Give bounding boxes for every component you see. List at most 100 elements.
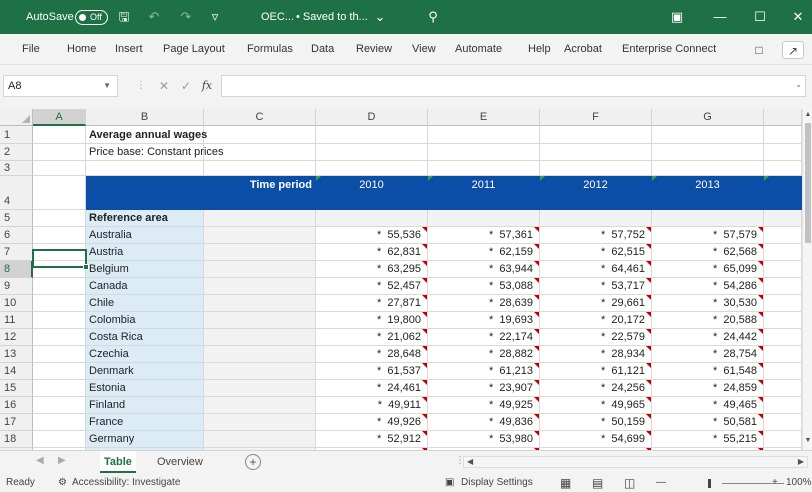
cell[interactable] <box>204 363 316 380</box>
row-header[interactable]: 13 <box>0 346 33 363</box>
value-cell[interactable]: * 62,831 <box>316 244 428 261</box>
zoom-in-icon[interactable]: + <box>772 474 778 492</box>
country-cell[interactable]: Costa Rica <box>86 329 204 346</box>
row-header[interactable]: 6 <box>0 227 33 244</box>
cell[interactable] <box>652 210 764 227</box>
redo-icon[interactable]: ↷ <box>178 9 194 25</box>
row-header[interactable]: 17 <box>0 414 33 431</box>
sheet-tab-table[interactable]: Table <box>100 451 136 473</box>
value-cell[interactable]: * 61,537 <box>316 363 428 380</box>
close-icon[interactable]: ✕ <box>790 9 806 25</box>
cell[interactable] <box>86 161 204 176</box>
value-cell[interactable]: * 62,568 <box>652 244 764 261</box>
header-band-cell[interactable]: 2012 <box>540 176 652 210</box>
value-cell[interactable]: * 21,062 <box>316 329 428 346</box>
cell[interactable] <box>204 380 316 397</box>
vertical-scroll-thumb[interactable] <box>805 123 811 243</box>
tab-insert[interactable]: Insert <box>115 34 143 65</box>
cell[interactable] <box>428 144 540 161</box>
header-band-cell[interactable]: 2010 <box>316 176 428 210</box>
cell[interactable] <box>33 161 86 176</box>
tab-home[interactable]: Home <box>67 34 96 65</box>
customize-icon[interactable]: ▿ <box>207 9 223 25</box>
cell[interactable] <box>33 176 86 210</box>
value-cell[interactable]: * 50,581 <box>652 414 764 431</box>
cell[interactable] <box>764 380 802 397</box>
value-cell[interactable]: * 63,295 <box>316 261 428 278</box>
cell[interactable] <box>33 295 86 312</box>
undo-icon[interactable]: ↶ <box>146 9 162 25</box>
value-cell[interactable]: * 49,925 <box>428 397 540 414</box>
value-cell[interactable]: * 22,579 <box>540 329 652 346</box>
value-cell[interactable]: * 28,754 <box>652 346 764 363</box>
row-header[interactable]: 10 <box>0 295 33 312</box>
accessibility-status[interactable]: Accessibility: Investigate <box>72 474 180 492</box>
ribbon-display-icon[interactable]: ▣ <box>669 9 685 25</box>
cell[interactable] <box>540 210 652 227</box>
cell[interactable] <box>316 126 428 144</box>
cell[interactable] <box>764 244 802 261</box>
row-header[interactable]: 9 <box>0 278 33 295</box>
value-cell[interactable]: * 57,752 <box>540 227 652 244</box>
header-band-cell[interactable] <box>86 176 204 210</box>
value-cell[interactable]: * 20,172 <box>540 312 652 329</box>
cell[interactable] <box>316 210 428 227</box>
row-header[interactable]: 11 <box>0 312 33 329</box>
tab-formulas[interactable]: Formulas <box>247 34 293 65</box>
value-cell[interactable]: * 24,256 <box>540 380 652 397</box>
cell[interactable] <box>204 397 316 414</box>
value-cell[interactable]: * 54,699 <box>540 431 652 448</box>
cell[interactable] <box>540 126 652 144</box>
accessibility-icon[interactable]: ⚙ <box>58 474 67 492</box>
scroll-right-icon[interactable]: ▶ <box>798 457 804 467</box>
country-cell[interactable]: Australia <box>86 227 204 244</box>
cancel-icon[interactable]: ✕ <box>156 76 172 96</box>
cell[interactable] <box>764 295 802 312</box>
insert-function-icon[interactable]: fx <box>199 76 215 96</box>
value-cell[interactable]: * 53,088 <box>428 278 540 295</box>
country-cell[interactable]: Chile <box>86 295 204 312</box>
prev-sheet-icon[interactable]: ◀ <box>36 455 44 466</box>
cell[interactable] <box>764 161 802 176</box>
value-cell[interactable]: * 28,934 <box>540 346 652 363</box>
search-icon[interactable]: ⚲ <box>425 9 441 25</box>
value-cell[interactable]: * 65,099 <box>652 261 764 278</box>
row-header[interactable]: 16 <box>0 397 33 414</box>
scroll-left-icon[interactable]: ◀ <box>467 457 473 467</box>
column-header-g[interactable]: G <box>652 109 764 126</box>
row-header[interactable]: 8 <box>0 261 33 278</box>
cell[interactable] <box>33 278 86 295</box>
document-name[interactable]: OEC... <box>261 0 294 34</box>
tab-file[interactable]: File <box>22 34 40 65</box>
cell[interactable] <box>204 210 316 227</box>
header-band-cell[interactable] <box>764 176 802 210</box>
cell[interactable] <box>652 126 764 144</box>
value-cell[interactable]: * 49,911 <box>316 397 428 414</box>
cell[interactable] <box>764 227 802 244</box>
value-cell[interactable]: * 30,530 <box>652 295 764 312</box>
column-header-c[interactable]: C <box>204 109 316 126</box>
active-cell-selection[interactable] <box>32 249 89 270</box>
scroll-up-icon[interactable]: ▲ <box>804 111 812 118</box>
cell[interactable] <box>204 346 316 363</box>
chevron-down-icon[interactable]: ▼ <box>103 76 111 96</box>
page-break-view-icon[interactable]: ◫ <box>624 474 635 492</box>
zoom-level[interactable]: 100% <box>786 474 812 492</box>
cell[interactable] <box>764 397 802 414</box>
cell[interactable] <box>316 144 428 161</box>
cell[interactable] <box>204 431 316 448</box>
country-cell[interactable]: Belgium <box>86 261 204 278</box>
header-band-cell[interactable]: Time period <box>204 176 316 210</box>
cell[interactable] <box>204 227 316 244</box>
cell[interactable] <box>33 363 86 380</box>
select-all-corner[interactable] <box>0 109 33 126</box>
value-cell[interactable]: * 57,361 <box>428 227 540 244</box>
header-band-cell[interactable]: 2011 <box>428 176 540 210</box>
value-cell[interactable]: * 19,800 <box>316 312 428 329</box>
page-layout-view-icon[interactable]: ▤ <box>592 474 603 492</box>
value-cell[interactable]: * 24,442 <box>652 329 764 346</box>
vertical-scrollbar[interactable]: ▲ ▼ <box>802 109 812 450</box>
column-header-f[interactable]: F <box>540 109 652 126</box>
cell[interactable] <box>764 210 802 227</box>
cell[interactable] <box>540 161 652 176</box>
